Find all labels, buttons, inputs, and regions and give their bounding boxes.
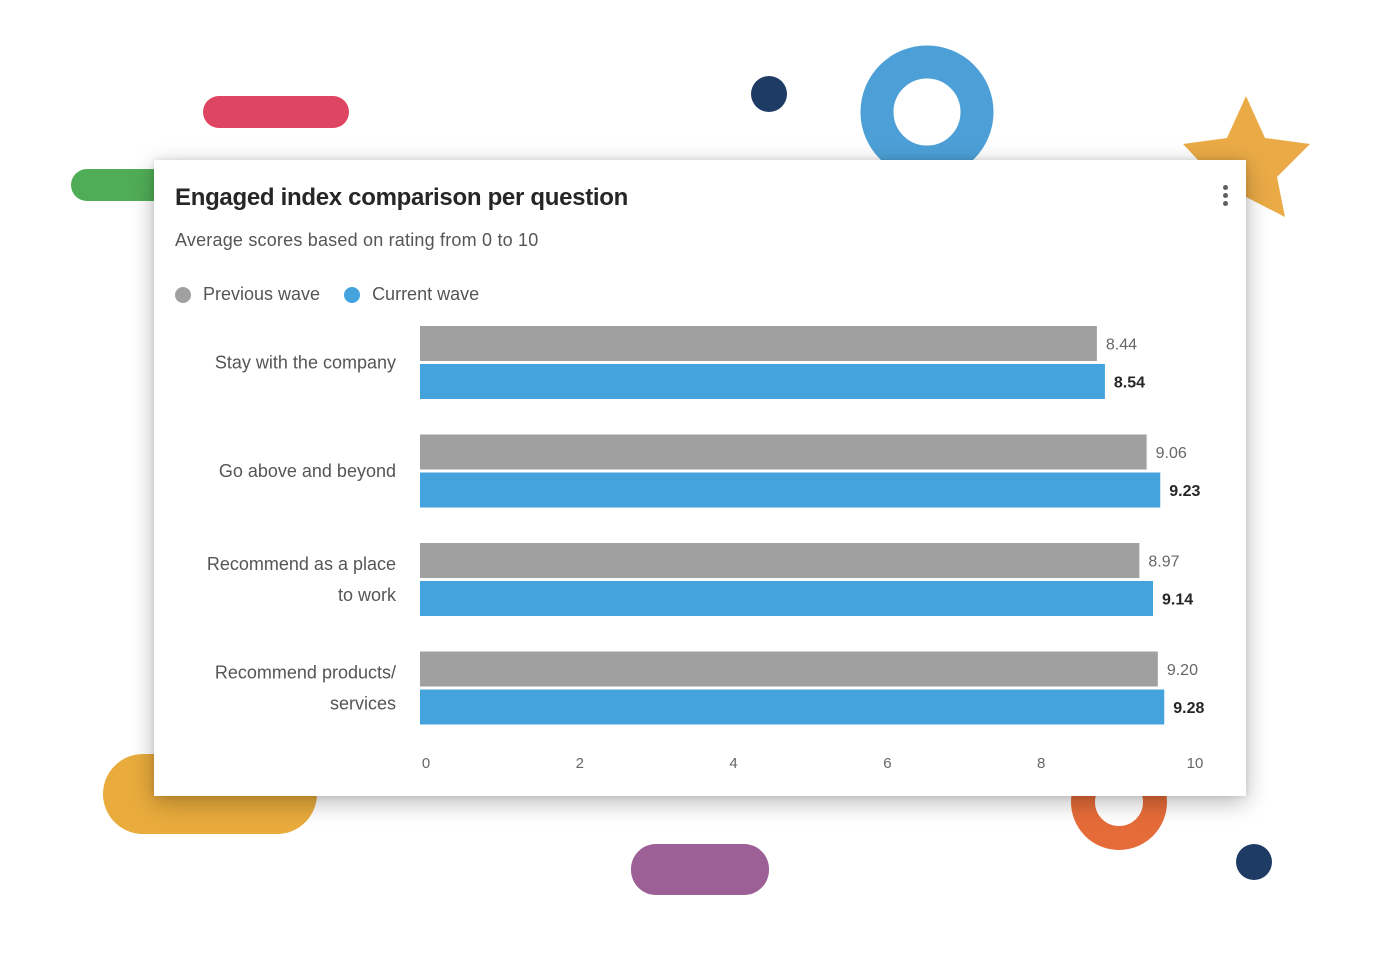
category-label: Go above and beyond xyxy=(219,461,396,481)
x-axis-tick-label: 8 xyxy=(1037,755,1045,772)
data-label-current: 9.14 xyxy=(1162,592,1193,609)
x-axis-tick-label: 10 xyxy=(1187,755,1204,772)
data-label-previous: 9.20 xyxy=(1167,662,1198,679)
bar-previous-wave xyxy=(420,651,1158,687)
blue-ring-shape xyxy=(860,45,994,179)
bar-current-wave xyxy=(420,581,1154,616)
bar-current-wave xyxy=(420,364,1105,399)
purple-pill-shape xyxy=(631,844,769,895)
x-axis-tick-label: 2 xyxy=(576,755,584,772)
data-label-current: 9.23 xyxy=(1169,483,1200,500)
bar-previous-wave xyxy=(420,434,1147,470)
data-label-previous: 8.44 xyxy=(1106,337,1137,354)
x-axis-tick-label: 4 xyxy=(729,755,737,772)
x-axis-tick-label: 6 xyxy=(883,755,891,772)
bar-current-wave xyxy=(420,689,1165,725)
data-label-current: 8.54 xyxy=(1114,375,1145,392)
bar-chart: Stay with the company 8.44 8.54 Go above an… xyxy=(207,326,1204,772)
category-label: Stay with the company xyxy=(215,353,396,373)
category-label: to work xyxy=(338,585,397,605)
red-pill-shape xyxy=(203,96,349,128)
data-label-current: 9.28 xyxy=(1173,700,1204,717)
category-label: Recommend products/ xyxy=(215,663,396,683)
x-axis-tick-label: 0 xyxy=(422,755,430,772)
data-label-previous: 8.97 xyxy=(1148,554,1179,571)
data-label-previous: 9.06 xyxy=(1156,445,1187,462)
chart-card: Engaged index comparison per question Av… xyxy=(154,160,1246,796)
navy-dot-shape-top xyxy=(751,76,787,112)
category-label: services xyxy=(330,694,396,714)
navy-dot-shape-bottom xyxy=(1236,844,1272,880)
bar-current-wave xyxy=(420,472,1161,508)
category-label: Recommend as a place xyxy=(207,554,396,574)
bar-previous-wave xyxy=(420,543,1140,578)
bar-previous-wave xyxy=(420,326,1097,361)
